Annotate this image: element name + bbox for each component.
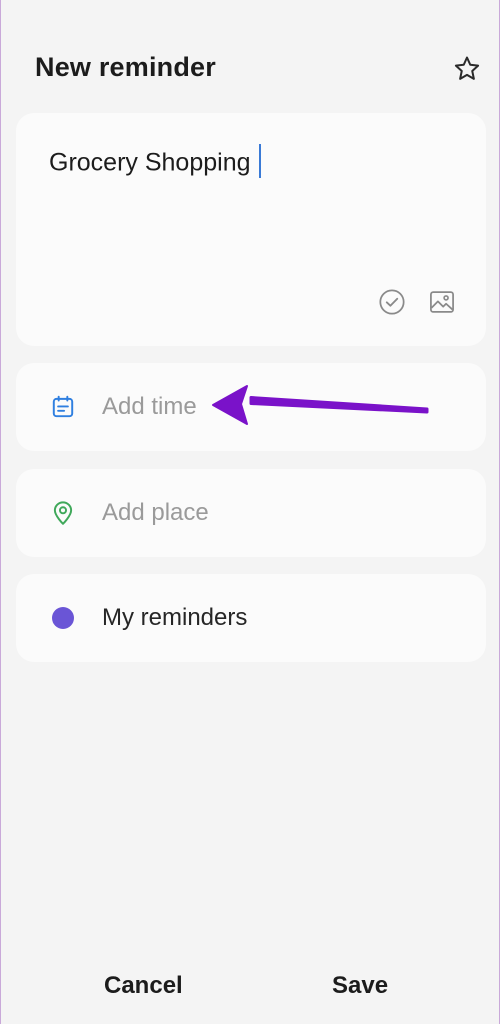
cancel-button[interactable]: Cancel: [104, 972, 183, 1000]
footer: Cancel Save: [1, 950, 500, 1024]
calendar-icon: [50, 394, 76, 420]
favorite-button[interactable]: [449, 52, 485, 86]
page-title: New reminder: [35, 52, 216, 82]
add-place-row[interactable]: Add place: [16, 469, 486, 557]
annotation-arrow-icon: [212, 385, 429, 425]
header: New reminder: [1, 0, 500, 120]
check-circle-icon: [379, 289, 405, 315]
category-label: My reminders: [102, 604, 248, 631]
text-cursor: [258, 144, 261, 178]
category-dot-icon: [50, 605, 76, 631]
category-row[interactable]: My reminders: [16, 574, 486, 662]
title-card[interactable]: Grocery Shopping: [16, 113, 486, 346]
add-image-button[interactable]: [427, 287, 457, 317]
save-button[interactable]: Save: [332, 972, 388, 1000]
reminder-title-text: Grocery Shopping: [49, 148, 251, 177]
reminder-title-input[interactable]: Grocery Shopping: [49, 144, 261, 181]
location-pin-icon: [50, 500, 76, 526]
star-outline-icon: [454, 56, 480, 80]
image-icon: [430, 291, 454, 313]
add-place-label: Add place: [102, 499, 209, 526]
add-time-label: Add time: [102, 393, 197, 420]
mark-complete-button[interactable]: [377, 287, 407, 317]
